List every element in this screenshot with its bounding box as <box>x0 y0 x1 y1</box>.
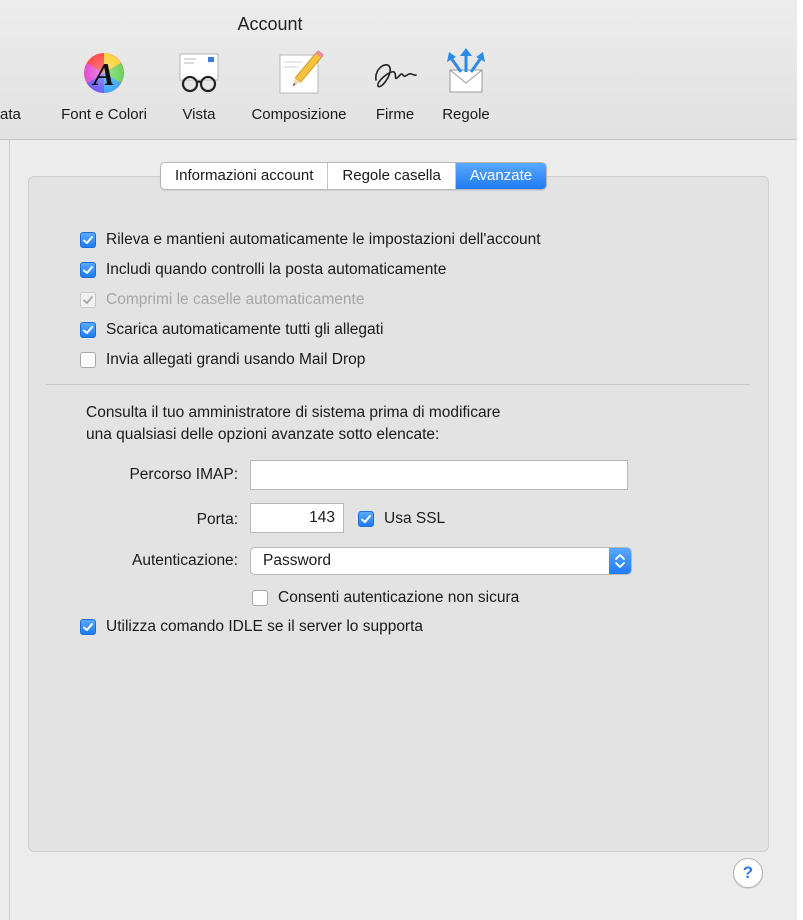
toolbar-label: Firme <box>375 106 415 123</box>
view-glasses-icon <box>179 53 219 93</box>
use-ssl-label: Usa SSL <box>384 510 446 527</box>
rules-envelope-icon <box>447 48 485 93</box>
checkbox-checked[interactable] <box>358 511 374 527</box>
toolbar: Account ata A Font e Colori Vista Compos… <box>0 0 797 140</box>
checkbox-unchecked[interactable] <box>252 590 268 606</box>
toolbar-label: Composizione <box>251 106 347 123</box>
toolbar-item-signatures[interactable]: Firme <box>364 44 426 134</box>
option-download-attachments[interactable]: Scarica automaticamente tutti gli allega… <box>80 320 383 340</box>
account-tabs: Informazioni account Regole casella Avan… <box>160 162 548 190</box>
checkbox-disabled-checked <box>80 292 96 308</box>
checkbox-checked[interactable] <box>80 262 96 278</box>
toolbar-label: Vista <box>182 106 216 123</box>
fonts-colors-icon: A <box>84 53 124 93</box>
option-label: Includi quando controlli la posta automa… <box>106 261 447 278</box>
allow-insecure-auth-option[interactable]: Consenti autenticazione non sicura <box>252 588 519 608</box>
svg-text:A: A <box>91 56 114 92</box>
toolbar-label: Font e Colori <box>61 106 147 123</box>
imap-path-input[interactable] <box>250 460 628 490</box>
option-label: Scarica automaticamente tutti gli allega… <box>106 321 384 338</box>
popup-chevron-icon <box>609 548 631 574</box>
port-label: Porta: <box>196 511 238 528</box>
authentication-popup[interactable]: Password <box>250 547 632 575</box>
warning-line-1: Consulta il tuo amministratore di sistem… <box>86 404 501 421</box>
toolbar-label: Regole <box>442 106 490 123</box>
help-button[interactable]: ? <box>733 858 763 888</box>
use-ssl-option[interactable]: Usa SSL <box>358 509 445 529</box>
advanced-warning-text: Consulta il tuo amministratore di sistem… <box>86 402 500 446</box>
toolbar-item-fonts-colors[interactable]: A Font e Colori <box>44 44 164 134</box>
window-title: Account <box>237 14 303 34</box>
tab-account-info[interactable]: Informazioni account <box>161 163 329 189</box>
checkbox-checked[interactable] <box>80 619 96 635</box>
section-divider <box>46 384 750 385</box>
option-mail-drop[interactable]: Invia allegati grandi usando Mail Drop <box>80 350 365 370</box>
option-label: Comprimi le caselle automaticamente <box>106 291 365 308</box>
toolbar-item-composing[interactable]: Composizione <box>234 44 364 134</box>
checkbox-checked[interactable] <box>80 322 96 338</box>
option-label: Rileva e mantieni automaticamente le imp… <box>106 231 541 248</box>
toolbar-item-view[interactable]: Vista <box>164 44 234 134</box>
left-window-edge <box>0 140 10 920</box>
toolbar-item-rules[interactable]: Regole <box>426 44 506 134</box>
preferences-window: Account ata A Font e Colori Vista Compos… <box>0 0 797 920</box>
port-input[interactable]: 143 <box>250 503 344 533</box>
option-include-when-checking[interactable]: Includi quando controlli la posta automa… <box>80 260 446 280</box>
checkbox-unchecked[interactable] <box>80 352 96 368</box>
checkbox-checked[interactable] <box>80 232 96 248</box>
composing-pencil-icon <box>279 50 324 94</box>
tab-advanced[interactable]: Avanzate <box>455 163 547 189</box>
toolbar-item-partial-label[interactable]: ata <box>0 106 21 123</box>
idle-command-option[interactable]: Utilizza comando IDLE se il server lo su… <box>80 617 423 637</box>
warning-line-2: una qualsiasi delle opzioni avanzate sot… <box>86 426 440 443</box>
tab-mailbox-behaviors[interactable]: Regole casella <box>328 163 456 189</box>
option-label: Invia allegati grandi usando Mail Drop <box>106 351 366 368</box>
authentication-label: Autenticazione: <box>132 552 238 569</box>
option-compact-mailboxes: Comprimi le caselle automaticamente <box>80 290 364 310</box>
signature-icon <box>375 64 417 88</box>
idle-command-label: Utilizza comando IDLE se il server lo su… <box>106 618 424 635</box>
authentication-value: Password <box>263 552 332 569</box>
screen-edge <box>797 0 803 920</box>
allow-insecure-auth-label: Consenti autenticazione non sicura <box>278 589 520 606</box>
imap-path-label: Percorso IMAP: <box>129 466 238 483</box>
option-auto-detect-settings[interactable]: Rileva e mantieni automaticamente le imp… <box>80 230 541 250</box>
